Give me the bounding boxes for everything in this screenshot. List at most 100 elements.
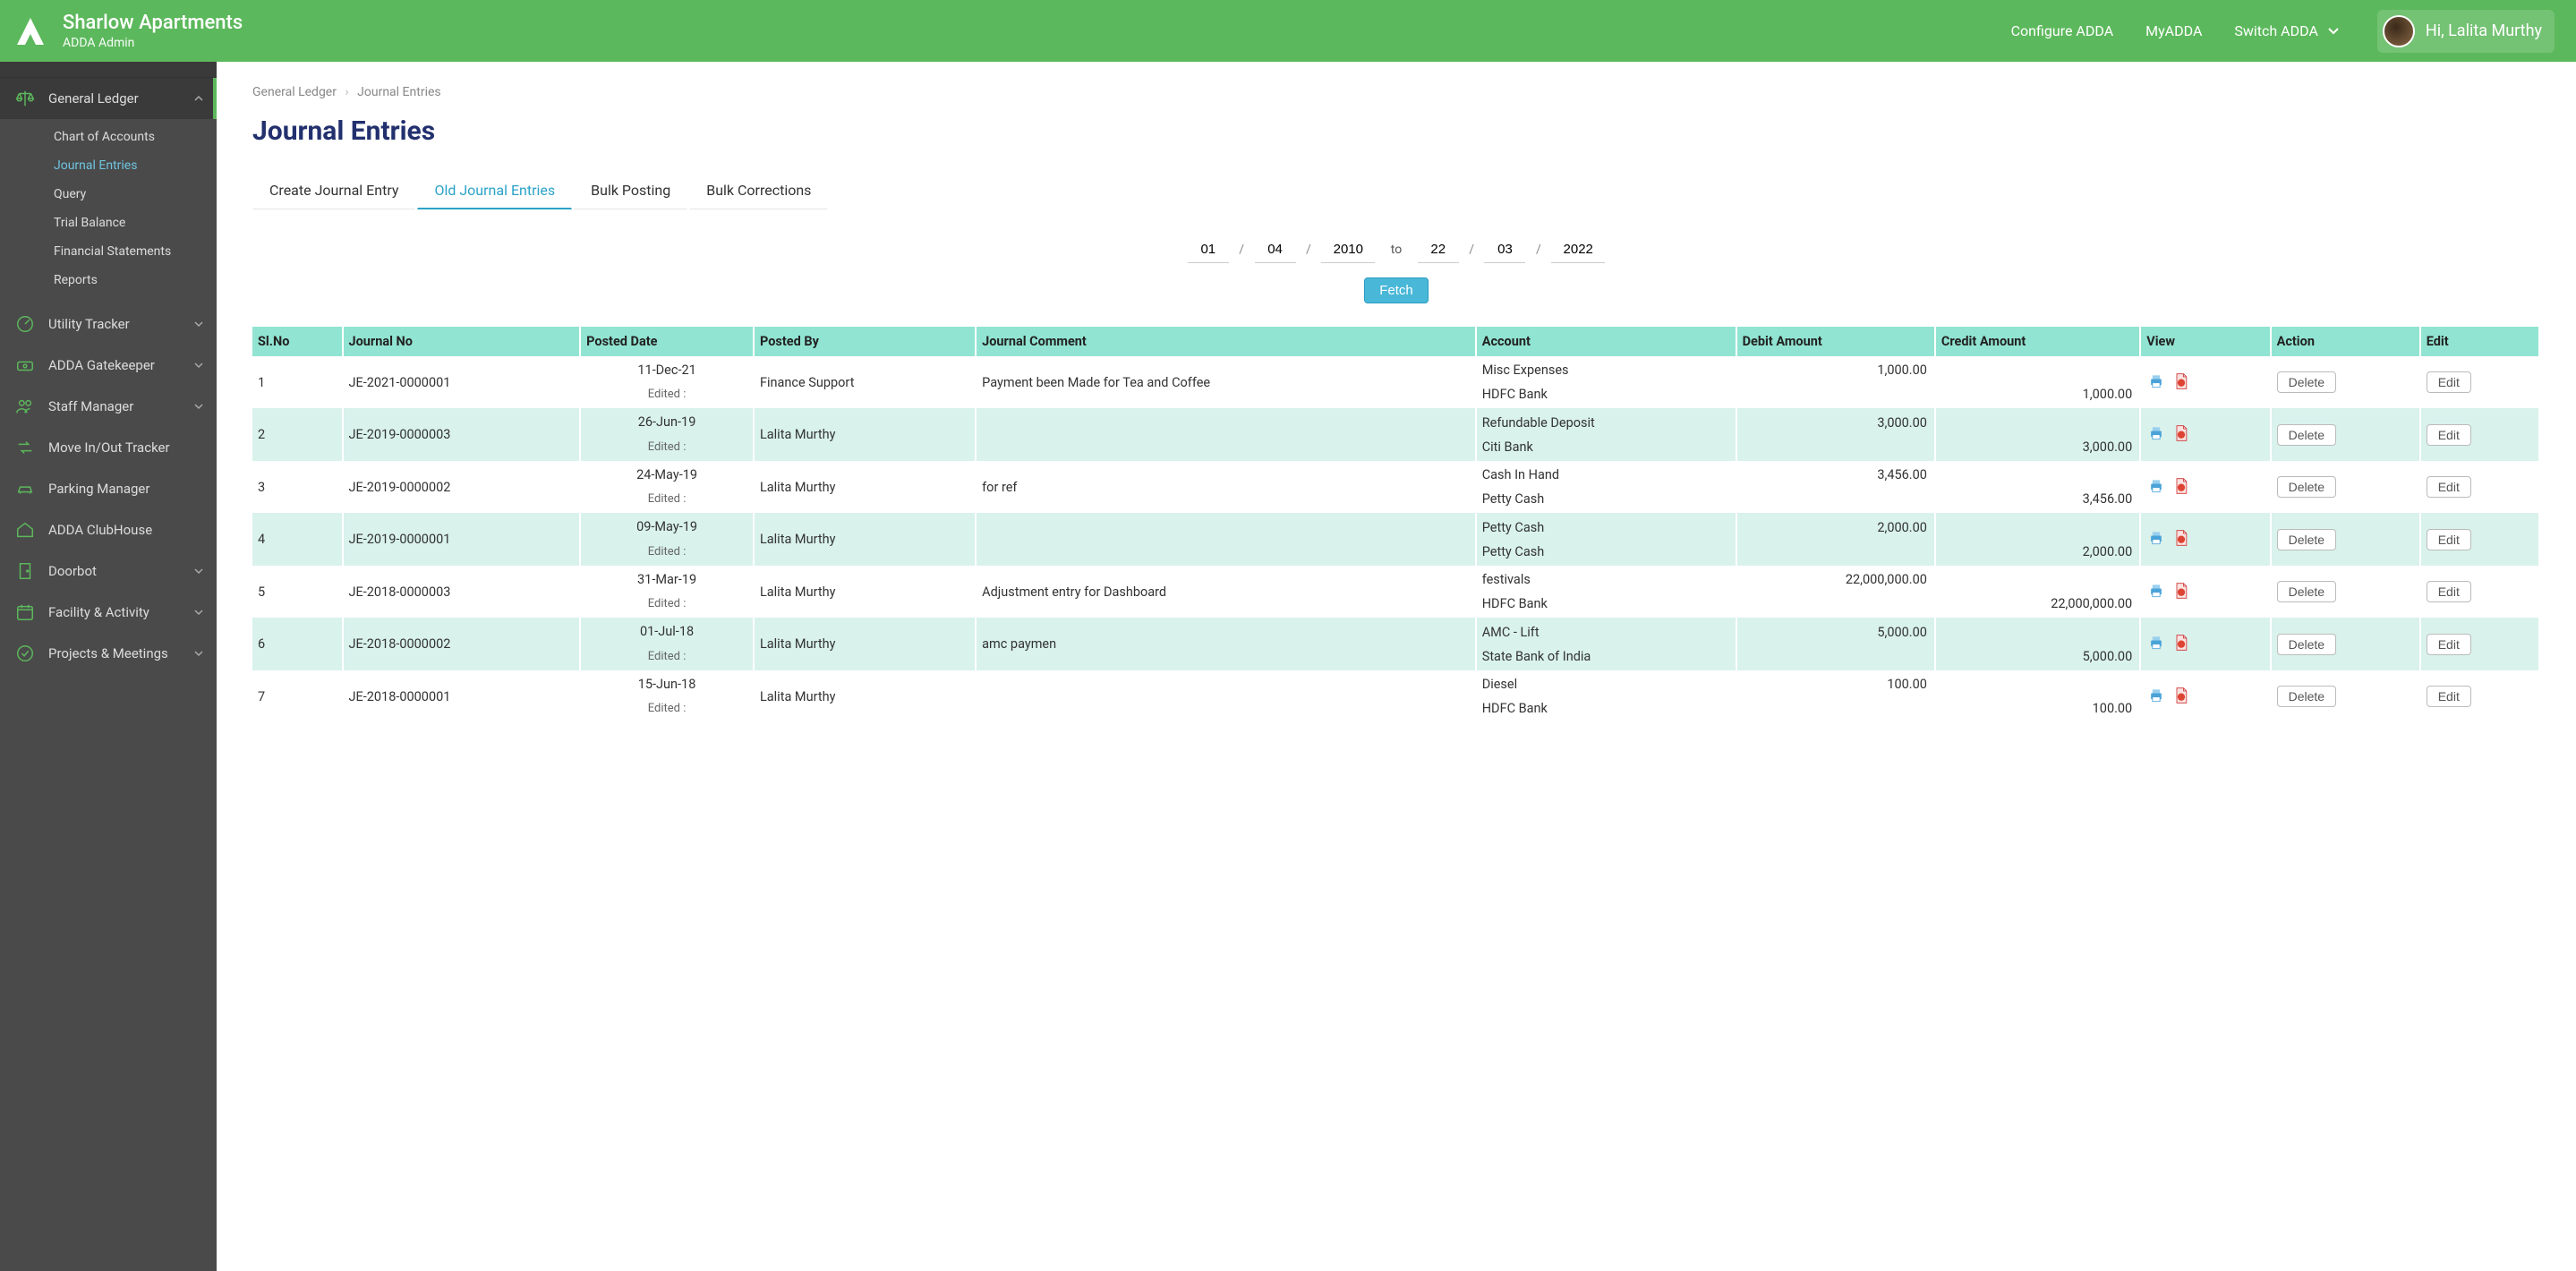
cell-account: Petty Cash — [1476, 513, 1736, 541]
sidebar-item-general-ledger[interactable]: General Ledger — [0, 78, 217, 119]
print-icon[interactable] — [2146, 476, 2166, 496]
sidebar-item-clubhouse[interactable]: ADDA ClubHouse — [0, 509, 217, 550]
print-icon[interactable] — [2146, 633, 2166, 653]
edit-button[interactable]: Edit — [2427, 634, 2471, 655]
cell-journal-no: JE-2021-0000001 — [343, 356, 581, 408]
edit-button[interactable]: Edit — [2427, 476, 2471, 498]
to-year-input[interactable] — [1551, 236, 1605, 263]
cell-credit — [1935, 566, 2140, 593]
edit-button[interactable]: Edit — [2427, 424, 2471, 446]
chevron-down-icon — [193, 360, 204, 371]
journal-entries-table: Sl.No Journal No Posted Date Posted By J… — [252, 327, 2540, 722]
cell-credit: 5,000.00 — [1935, 646, 2140, 670]
cell-credit: 1,000.00 — [1935, 384, 2140, 408]
from-day-input[interactable] — [1188, 236, 1229, 263]
subnav-financial-statements[interactable]: Financial Statements — [0, 237, 217, 266]
table-row: 4JE-2019-000000109-May-19Edited :Lalita … — [252, 513, 2539, 541]
cell-account: Misc Expenses — [1476, 356, 1736, 384]
subnav-trial-balance[interactable]: Trial Balance — [0, 209, 217, 237]
print-icon[interactable] — [2146, 423, 2166, 443]
cell-slno: 6 — [252, 618, 343, 670]
subnav-chart-of-accounts[interactable]: Chart of Accounts — [0, 123, 217, 151]
print-icon[interactable] — [2146, 528, 2166, 548]
sidebar-item-projects-meetings[interactable]: Projects & Meetings — [0, 633, 217, 674]
cell-view — [2140, 461, 2270, 513]
delete-button[interactable]: Delete — [2277, 476, 2336, 498]
cell-debit: 22,000,000.00 — [1736, 566, 1935, 593]
pdf-icon[interactable] — [2171, 581, 2191, 601]
cell-view — [2140, 408, 2270, 460]
edit-button[interactable]: Edit — [2427, 371, 2471, 393]
edit-button[interactable]: Edit — [2427, 529, 2471, 550]
sidebar-item-staff-manager[interactable]: Staff Manager — [0, 386, 217, 427]
scales-icon — [13, 89, 38, 108]
subnav-query[interactable]: Query — [0, 180, 217, 209]
cell-journal-no: JE-2018-0000001 — [343, 670, 581, 722]
cell-comment: Payment been Made for Tea and Coffee — [976, 356, 1476, 408]
sidebar-item-parking-manager[interactable]: Parking Manager — [0, 468, 217, 509]
subnav-journal-entries[interactable]: Journal Entries — [0, 151, 217, 180]
user-menu[interactable]: Hi, Lalita Murthy — [2377, 10, 2555, 53]
from-month-input[interactable] — [1255, 236, 1296, 263]
delete-button[interactable]: Delete — [2277, 371, 2336, 393]
nav-switch[interactable]: Switch ADDA — [2234, 22, 2340, 39]
tab-create-journal-entry[interactable]: Create Journal Entry — [252, 172, 415, 209]
brand-subtitle: ADDA Admin — [63, 36, 243, 50]
to-month-input[interactable] — [1484, 236, 1525, 263]
sidebar-item-move-tracker[interactable]: Move In/Out Tracker — [0, 427, 217, 468]
pdf-icon[interactable] — [2171, 371, 2191, 391]
pdf-icon[interactable] — [2171, 528, 2191, 548]
breadcrumb-root[interactable]: General Ledger — [252, 85, 337, 99]
cell-posted-date: 01-Jul-18Edited : — [580, 618, 754, 670]
sidebar-item-gatekeeper[interactable]: ADDA Gatekeeper — [0, 345, 217, 386]
edit-button[interactable]: Edit — [2427, 581, 2471, 602]
sidebar-item-facility-activity[interactable]: Facility & Activity — [0, 592, 217, 633]
cell-account: Cash In Hand — [1476, 461, 1736, 489]
content: General Ledger › Journal Entries Journal… — [217, 62, 2576, 1271]
cell-debit: 1,000.00 — [1736, 356, 1935, 384]
tab-bulk-corrections[interactable]: Bulk Corrections — [689, 172, 828, 209]
print-icon[interactable] — [2146, 686, 2166, 705]
cell-action: Delete — [2271, 408, 2420, 460]
cell-comment — [976, 670, 1476, 722]
table-row: 1JE-2021-000000111-Dec-21Edited :Finance… — [252, 356, 2539, 384]
cell-credit: 22,000,000.00 — [1935, 593, 2140, 618]
cell-account: Citi Bank — [1476, 437, 1736, 461]
pdf-icon[interactable] — [2171, 476, 2191, 496]
delete-button[interactable]: Delete — [2277, 581, 2336, 602]
cell-slno: 1 — [252, 356, 343, 408]
sidebar-item-utility-tracker[interactable]: Utility Tracker — [0, 303, 217, 345]
sidebar-item-doorbot[interactable]: Doorbot — [0, 550, 217, 592]
cell-credit — [1935, 356, 2140, 384]
col-journal-comment: Journal Comment — [976, 327, 1476, 356]
col-edit: Edit — [2420, 327, 2539, 356]
from-year-input[interactable] — [1321, 236, 1375, 263]
cell-action: Delete — [2271, 618, 2420, 670]
pdf-icon[interactable] — [2171, 686, 2191, 705]
fetch-button[interactable]: Fetch — [1364, 277, 1429, 303]
date-range-row: / / to / / — [252, 236, 2540, 263]
edit-button[interactable]: Edit — [2427, 686, 2471, 707]
pdf-icon[interactable] — [2171, 423, 2191, 443]
tab-old-journal-entries[interactable]: Old Journal Entries — [417, 172, 572, 209]
tab-bulk-posting[interactable]: Bulk Posting — [574, 172, 687, 209]
pdf-icon[interactable] — [2171, 633, 2191, 653]
print-icon[interactable] — [2146, 581, 2166, 601]
chevron-down-icon — [193, 607, 204, 618]
cell-slno: 4 — [252, 513, 343, 565]
cell-comment — [976, 513, 1476, 565]
nav-configure[interactable]: Configure ADDA — [2011, 22, 2113, 39]
delete-button[interactable]: Delete — [2277, 634, 2336, 655]
delete-button[interactable]: Delete — [2277, 424, 2336, 446]
delete-button[interactable]: Delete — [2277, 529, 2336, 550]
delete-button[interactable]: Delete — [2277, 686, 2336, 707]
to-day-input[interactable] — [1418, 236, 1459, 263]
cell-action: Delete — [2271, 566, 2420, 618]
subnav-reports[interactable]: Reports — [0, 266, 217, 294]
breadcrumb: General Ledger › Journal Entries — [252, 85, 2540, 99]
nav-myadda[interactable]: MyADDA — [2145, 22, 2202, 39]
print-icon[interactable] — [2146, 371, 2166, 391]
cell-debit: 2,000.00 — [1736, 513, 1935, 541]
cell-action: Delete — [2271, 670, 2420, 722]
cell-account: festivals — [1476, 566, 1736, 593]
